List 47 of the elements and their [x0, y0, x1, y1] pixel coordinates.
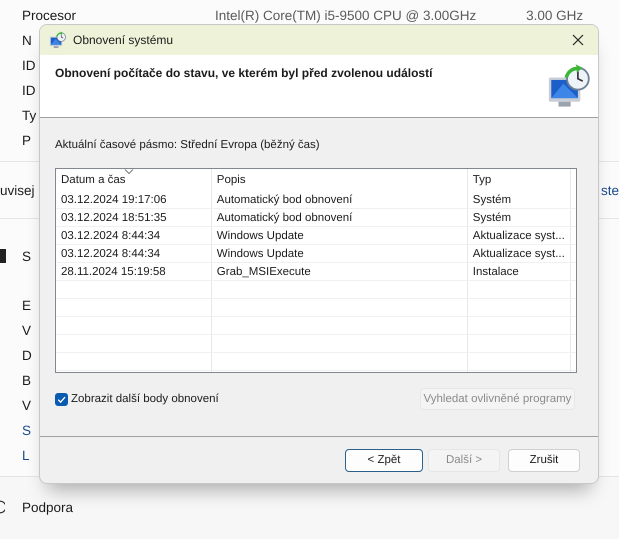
close-icon: [572, 34, 584, 46]
section-title: S: [22, 248, 32, 264]
spec-label: N: [22, 33, 32, 48]
table-cell: 03.12.2024 8:44:34: [56, 227, 212, 244]
table-cell: Windows Update: [212, 227, 468, 244]
related-link[interactable]: ste: [600, 182, 619, 198]
item-label: V: [22, 322, 32, 340]
item-label: B: [22, 372, 32, 390]
item-label: D: [22, 347, 32, 365]
checkbox[interactable]: [55, 392, 68, 406]
dialog-button[interactable]: < Zpět: [345, 448, 423, 472]
table-cell: 03.12.2024 19:17:06: [56, 191, 212, 208]
square-icon: [0, 249, 6, 263]
table-cell: Systém: [468, 191, 571, 208]
system-restore-icon: [48, 31, 66, 49]
table-cell: Aktualizace syst...: [468, 245, 571, 262]
dialog-button[interactable]: Zrušit: [508, 448, 580, 472]
table-cell: Systém: [468, 209, 571, 226]
item-link[interactable]: L: [22, 443, 30, 468]
spec-label: P: [22, 133, 32, 148]
table-cell: Grab_MSIExecute: [212, 263, 468, 280]
timezone-label: Aktuální časové pásmo: Střední Evropa (běžný čas): [55, 139, 321, 153]
table-cell: Automatický bod obnovení: [212, 209, 468, 226]
window-title: Obnovení systému: [73, 33, 174, 47]
related-label: uvisej: [0, 182, 35, 198]
column-header[interactable]: Popis: [212, 169, 468, 191]
spec-label: ID: [22, 83, 36, 98]
spec-label: ID: [22, 58, 36, 73]
table-cell: Windows Update: [212, 245, 468, 262]
footer-label[interactable]: Podpora: [22, 500, 74, 514]
dialog-heading: Obnovení počítače do stavu, ve kterém byl před zvolenou událostí: [55, 65, 432, 82]
table-cell: Automatický bod obnovení: [212, 191, 468, 208]
table-cell: 28.11.2024 15:19:58: [56, 263, 212, 280]
checkbox-label: Zobrazit další body obnovení: [71, 393, 219, 405]
spec-value: Intel(R) Core(TM) i5-9500 CPU @ 3.00GHz: [215, 8, 476, 23]
column-header[interactable]: Datum a čas: [56, 169, 212, 191]
table-cell: Aktualizace syst...: [468, 227, 571, 244]
spec-label: Ty: [22, 108, 36, 123]
table-cell: 03.12.2024 8:44:34: [56, 245, 212, 262]
column-header[interactable]: Typ: [468, 169, 571, 191]
item-label: V: [22, 397, 32, 415]
table-cell: 03.12.2024 18:51:35: [56, 209, 212, 226]
table-cell: Instalace: [468, 263, 571, 280]
item-label: E: [22, 297, 32, 315]
spec-value: 3.00 GHz: [526, 8, 584, 23]
spec-label: Procesor: [22, 8, 76, 23]
item-link[interactable]: S: [22, 418, 32, 443]
